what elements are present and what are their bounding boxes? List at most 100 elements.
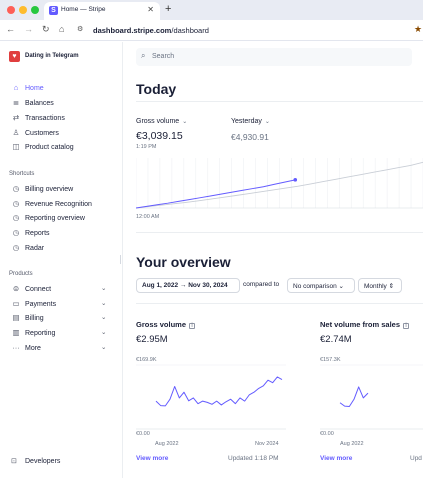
divider bbox=[136, 101, 423, 102]
sidebar-item-developers[interactable]: ⊡ Developers bbox=[11, 457, 60, 465]
x-axis-start-label: Aug 2022 bbox=[155, 441, 179, 447]
net-volume-card-value: €2.74M bbox=[320, 334, 352, 345]
gross-volume-card-title: Gross volume i bbox=[136, 320, 196, 329]
customers-icon: ♙ bbox=[12, 128, 20, 137]
heart-logo-icon: ♥ bbox=[9, 51, 20, 62]
search-icon: ⌕ bbox=[141, 51, 146, 60]
sidebar-item-radar[interactable]: ◷ Radar bbox=[11, 243, 44, 255]
sidebar-item-billing-overview[interactable]: ◷ Billing overview bbox=[11, 184, 74, 196]
divider bbox=[136, 303, 423, 304]
gross-volume-value: €3,039.15 bbox=[136, 130, 183, 142]
y-axis-bottom-label: €0.00 bbox=[320, 431, 334, 437]
reporting-icon: ▥ bbox=[12, 328, 20, 337]
maximize-window-button[interactable] bbox=[31, 6, 39, 14]
net-volume-chart bbox=[320, 364, 423, 430]
terminal-icon: ⊡ bbox=[11, 458, 17, 465]
billing-icon: ▤ bbox=[12, 313, 20, 322]
sidebar-item-reporting[interactable]: ▥ Reporting ⌄ bbox=[11, 328, 106, 340]
divider bbox=[136, 232, 423, 233]
series-line bbox=[339, 386, 369, 407]
home-browser-icon[interactable]: ⌂ bbox=[59, 24, 64, 34]
today-chart bbox=[136, 158, 423, 209]
up-down-chevron-icon: ⇕ bbox=[388, 283, 395, 290]
address-bar: ← → ↻ ⌂ ⚙ dashboard.stripe.com/dashboard… bbox=[0, 20, 423, 41]
browser-tab[interactable]: S Home — Stripe ✕ bbox=[44, 2, 160, 20]
sidebar-item-transactions[interactable]: ⇄ Transactions bbox=[11, 113, 65, 125]
transactions-icon: ⇄ bbox=[12, 113, 20, 122]
chevron-down-icon: ⌄ bbox=[101, 300, 107, 307]
home-icon: ⌂ bbox=[13, 83, 19, 92]
new-tab-icon[interactable]: + bbox=[165, 3, 171, 15]
close-window-button[interactable] bbox=[7, 6, 15, 14]
clock-icon: ◷ bbox=[12, 199, 20, 208]
sidebar-item-connect[interactable]: ⊜ Connect ⌄ bbox=[11, 284, 107, 296]
chevron-down-icon: ⌄ bbox=[101, 285, 107, 292]
search-input[interactable]: ⌕ Search bbox=[136, 48, 412, 66]
browser-tab-bar: S Home — Stripe ✕ + bbox=[0, 0, 423, 20]
x-axis-end-label: Nov 2024 bbox=[255, 441, 279, 447]
sidebar-item-product-catalog[interactable]: ◫ Product catalog bbox=[11, 142, 73, 154]
sidebar-item-payments[interactable]: ▭ Payments ⌄ bbox=[11, 299, 106, 311]
net-volume-card-title: Net volume from sales i bbox=[320, 320, 410, 329]
clock-icon: ◷ bbox=[12, 213, 20, 222]
sidebar-item-home[interactable]: ⌂ Home bbox=[11, 83, 44, 95]
interval-select[interactable]: Monthly ⇕ bbox=[358, 278, 402, 293]
back-icon[interactable]: ← bbox=[6, 24, 15, 34]
updated-timestamp: Upd bbox=[410, 455, 422, 462]
sidebar-item-revenue-recognition[interactable]: ◷ Revenue Recognition bbox=[11, 199, 92, 211]
reload-icon[interactable]: ↻ bbox=[42, 24, 50, 35]
search-placeholder: Search bbox=[152, 53, 175, 60]
today-axis-start-label: 12:00 AM bbox=[136, 214, 160, 220]
sidebar-item-balances[interactable]: ≣ Balances bbox=[11, 98, 54, 110]
clock-icon: ◷ bbox=[12, 184, 20, 193]
shortcuts-heading: Shortcuts bbox=[9, 171, 35, 177]
yesterday-value: €4,930.91 bbox=[231, 132, 269, 142]
sidebar-item-billing[interactable]: ▤ Billing ⌄ bbox=[11, 313, 106, 325]
balances-icon: ≣ bbox=[12, 98, 20, 107]
gross-volume-chart bbox=[136, 364, 286, 430]
site-settings-icon[interactable]: ⚙ bbox=[77, 25, 83, 33]
yesterday-selector[interactable]: Yesterday ⌄ bbox=[231, 118, 270, 125]
comparison-select[interactable]: No comparison ⌄ bbox=[287, 278, 355, 293]
products-heading: Products bbox=[9, 271, 33, 277]
stripe-favicon-icon: S bbox=[49, 6, 58, 15]
page-title: Today bbox=[136, 81, 177, 97]
sidebar-item-customers[interactable]: ♙ Customers bbox=[11, 128, 59, 140]
sidebar-item-reports[interactable]: ◷ Reports bbox=[11, 228, 50, 240]
date-range-picker[interactable]: Aug 1, 2022 → Nov 30, 2024 bbox=[136, 278, 240, 293]
tab-title: Home — Stripe bbox=[61, 6, 106, 13]
series-line bbox=[155, 376, 283, 407]
product-catalog-icon: ◫ bbox=[12, 142, 20, 151]
url-field[interactable]: dashboard.stripe.com/dashboard bbox=[93, 26, 209, 35]
chevron-down-icon: ⌄ bbox=[264, 119, 270, 125]
more-icon: ··· bbox=[12, 343, 20, 352]
sidebar-item-reporting-overview[interactable]: ◷ Reporting overview bbox=[11, 213, 85, 225]
sidebar-resize-handle[interactable] bbox=[120, 255, 121, 264]
connect-icon: ⊜ bbox=[12, 284, 20, 293]
info-icon[interactable]: i bbox=[189, 323, 196, 329]
chevron-down-icon: ⌄ bbox=[101, 329, 107, 336]
sidebar: ♥ Dating in Telegram ⌂ Home ≣ Balances ⇄ Tr… bbox=[0, 42, 123, 478]
minimize-window-button[interactable] bbox=[19, 6, 27, 14]
current-value-marker bbox=[293, 178, 298, 182]
chevron-down-icon: ⌄ bbox=[101, 314, 107, 321]
clock-icon: ◷ bbox=[12, 228, 20, 237]
overview-heading: Your overview bbox=[136, 254, 231, 270]
sidebar-item-more[interactable]: ··· More ⌄ bbox=[11, 343, 106, 355]
x-axis-start-label: Aug 2022 bbox=[340, 441, 364, 447]
gross-volume-selector[interactable]: Gross volume ⌄ bbox=[136, 118, 187, 125]
gross-volume-card-value: €2.95M bbox=[136, 334, 168, 345]
y-axis-bottom-label: €0.00 bbox=[136, 431, 150, 437]
tab-close-icon[interactable]: ✕ bbox=[147, 5, 154, 14]
y-axis-top-label: €157.3K bbox=[320, 357, 341, 363]
account-name: Dating in Telegram bbox=[25, 53, 79, 59]
y-axis-top-label: €169.9K bbox=[136, 357, 157, 363]
info-icon[interactable]: i bbox=[403, 323, 410, 329]
payments-icon: ▭ bbox=[12, 299, 20, 308]
view-more-link[interactable]: View more bbox=[320, 455, 352, 462]
chevron-down-icon: ⌄ bbox=[338, 283, 344, 290]
forward-icon[interactable]: → bbox=[24, 24, 33, 34]
bookmark-star-icon[interactable]: ★ bbox=[414, 24, 422, 35]
view-more-link[interactable]: View more bbox=[136, 455, 168, 462]
gross-volume-time: 1:19 PM bbox=[136, 144, 157, 150]
